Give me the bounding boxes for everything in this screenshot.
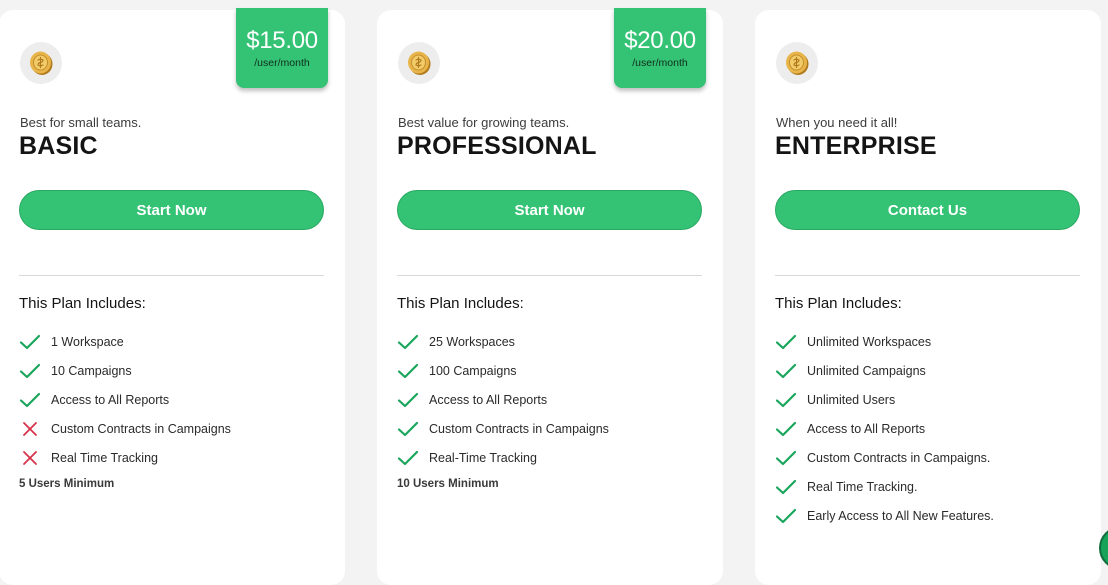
check-icon [775,360,797,382]
pricing-card-professional: $20.00 /user/month Best value for growin… [377,8,723,585]
check-icon [775,447,797,469]
feature-item: Real-Time Tracking [397,443,609,472]
feature-text: Unlimited Users [807,392,896,407]
check-icon [775,476,797,498]
plan-name: PROFESSIONAL [397,132,597,160]
feature-text: Access to All Reports [51,392,170,407]
price-amount: $20.00 [624,27,696,54]
plan-tagline: When you need it all! [776,115,898,130]
cross-icon [19,447,41,469]
feature-item: 100 Campaigns [397,356,609,385]
feature-text: Real Time Tracking [51,450,158,465]
feature-list: Unlimited Workspaces Unlimited Campaigns… [775,327,994,530]
feature-item: 1 Workspace [19,327,231,356]
feature-item: 25 Workspaces [397,327,609,356]
plan-includes-title: This Plan Includes: [19,295,146,312]
plan-icon-badge [776,42,818,84]
feature-item: Custom Contracts in Campaigns [19,414,231,443]
feature-item: Real Time Tracking. [775,472,994,501]
check-icon [397,360,419,382]
feature-item: Custom Contracts in Campaigns. [775,443,994,472]
check-icon [19,360,41,382]
price-tag: $15.00 /user/month [236,8,328,88]
contact-us-button[interactable]: Contact Us [775,190,1080,230]
feature-text: Unlimited Workspaces [807,334,932,349]
pricing-card-basic: $15.00 /user/month Best for small teams.… [0,8,345,585]
minimum-users-note: 10 Users Minimum [397,478,499,490]
feature-text: Access to All Reports [807,421,926,436]
check-icon [775,331,797,353]
check-icon [19,389,41,411]
feature-text: Real-Time Tracking [429,450,537,465]
feature-item: Early Access to All New Features. [775,501,994,530]
feature-list: 25 Workspaces 100 Campaigns Access to Al… [397,327,609,472]
check-icon [397,389,419,411]
check-icon [397,447,419,469]
feature-item: Unlimited Campaigns [775,356,994,385]
check-icon [397,418,419,440]
feature-text: Custom Contracts in Campaigns [51,421,231,436]
feature-item: Unlimited Workspaces [775,327,994,356]
coin-icon [28,50,54,76]
feature-item: Access to All Reports [19,385,231,414]
feature-text: 1 Workspace [51,334,124,349]
check-icon [775,418,797,440]
check-icon [775,389,797,411]
coin-icon [784,50,810,76]
feature-text: 100 Campaigns [429,363,517,378]
feature-text: 10 Campaigns [51,363,132,378]
coin-icon [406,50,432,76]
plan-tagline: Best value for growing teams. [398,115,570,130]
minimum-users-note: 5 Users Minimum [19,478,115,490]
feature-text: Early Access to All New Features. [807,508,994,523]
plan-includes-title: This Plan Includes: [397,295,524,312]
plan-icon-badge [20,42,62,84]
feature-list: 1 Workspace 10 Campaigns Access to All R… [19,327,231,472]
check-icon [397,331,419,353]
check-icon [775,505,797,527]
feature-text: Unlimited Campaigns [807,363,926,378]
price-period: /user/month [632,57,688,69]
feature-item: Access to All Reports [397,385,609,414]
pricing-card-enterprise: When you need it all! ENTERPRISE Contact… [755,10,1101,585]
plan-name: BASIC [19,132,98,160]
plan-icon-badge [398,42,440,84]
feature-item: Access to All Reports [775,414,994,443]
plan-tagline: Best for small teams. [20,115,142,130]
plan-includes-title: This Plan Includes: [775,295,902,312]
price-tag: $20.00 /user/month [614,8,706,88]
feature-text: Custom Contracts in Campaigns. [807,450,991,465]
feature-item: Unlimited Users [775,385,994,414]
divider [397,275,702,276]
price-period: /user/month [254,57,310,69]
feature-item: 10 Campaigns [19,356,231,385]
cross-icon [19,418,41,440]
start-now-button[interactable]: Start Now [397,190,702,230]
feature-text: Real Time Tracking. [807,479,918,494]
divider [19,275,324,276]
divider [775,275,1080,276]
plan-name: ENTERPRISE [775,132,937,160]
price-amount: $15.00 [246,27,318,54]
feature-text: 25 Workspaces [429,334,515,349]
start-now-button[interactable]: Start Now [19,190,324,230]
feature-item: Real Time Tracking [19,443,231,472]
check-icon [19,331,41,353]
feature-item: Custom Contracts in Campaigns [397,414,609,443]
feature-text: Custom Contracts in Campaigns [429,421,609,436]
feature-text: Access to All Reports [429,392,548,407]
